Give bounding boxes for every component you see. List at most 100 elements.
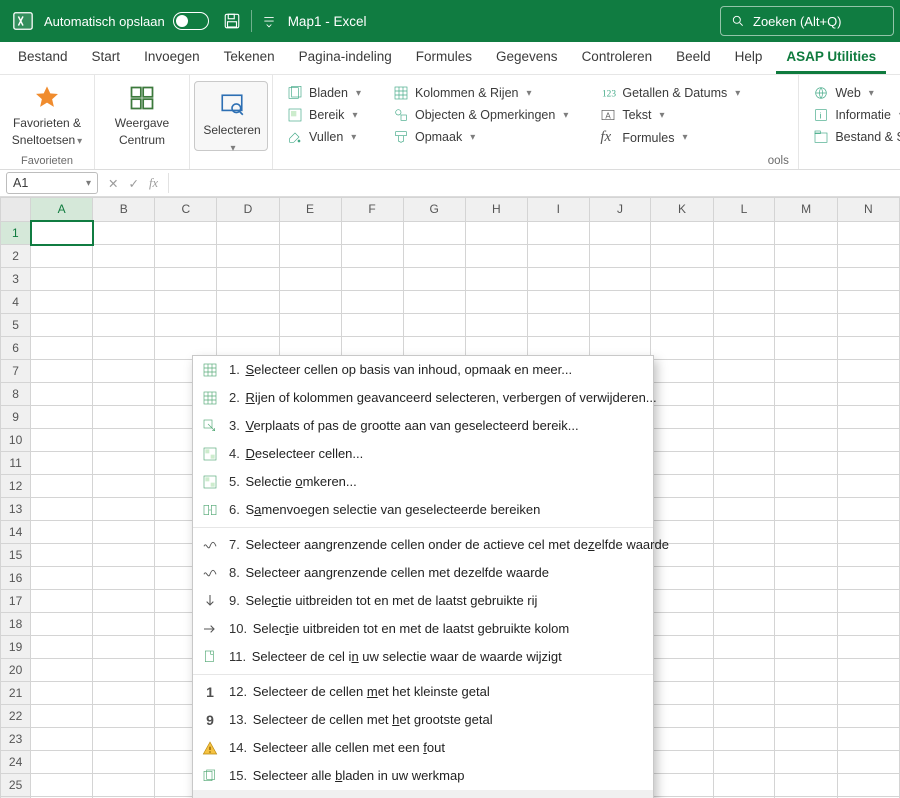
cell[interactable] <box>775 429 837 452</box>
menu-item-15[interactable]: 15. Selecteer alle bladen in uw werkmap <box>193 762 653 790</box>
row-header[interactable]: 12 <box>1 475 31 498</box>
cell[interactable] <box>403 314 465 337</box>
cell[interactable] <box>31 774 93 797</box>
cell[interactable] <box>279 245 341 268</box>
kolommen-rijen-button[interactable]: Kolommen & Rijen▾ <box>393 85 568 101</box>
cell[interactable] <box>589 268 651 291</box>
cell[interactable] <box>93 314 155 337</box>
cell[interactable] <box>93 590 155 613</box>
row-header[interactable]: 23 <box>1 728 31 751</box>
tab-gegevens[interactable]: Gegevens <box>486 43 568 74</box>
cell[interactable] <box>93 360 155 383</box>
cell[interactable] <box>403 221 465 245</box>
cell[interactable] <box>279 291 341 314</box>
cell[interactable] <box>651 751 713 774</box>
row-header[interactable]: 8 <box>1 383 31 406</box>
cell[interactable] <box>837 705 899 728</box>
row-header[interactable]: 1 <box>1 221 31 245</box>
cell[interactable] <box>775 590 837 613</box>
cell[interactable] <box>155 221 217 245</box>
tab-beeld[interactable]: Beeld <box>666 43 721 74</box>
cell[interactable] <box>93 636 155 659</box>
cell[interactable] <box>155 291 217 314</box>
cell[interactable] <box>651 406 713 429</box>
formula-input[interactable] <box>168 173 900 193</box>
qat-customize-dropdown[interactable] <box>262 14 276 28</box>
cell[interactable] <box>589 221 651 245</box>
column-header[interactable]: K <box>651 198 713 222</box>
cell[interactable] <box>651 659 713 682</box>
cell[interactable] <box>93 544 155 567</box>
cell[interactable] <box>341 291 403 314</box>
row-header[interactable]: 21 <box>1 682 31 705</box>
vullen-button[interactable]: Vullen▾ <box>287 129 361 145</box>
cell[interactable] <box>775 521 837 544</box>
cell[interactable] <box>837 751 899 774</box>
cell[interactable] <box>775 360 837 383</box>
cell[interactable] <box>651 636 713 659</box>
weergave-centrum-button[interactable]: Weergave Centrum <box>103 79 181 147</box>
cell[interactable] <box>651 705 713 728</box>
cell[interactable] <box>93 452 155 475</box>
cell[interactable] <box>713 567 775 590</box>
cell[interactable] <box>837 429 899 452</box>
cell[interactable] <box>279 221 341 245</box>
cell[interactable] <box>93 221 155 245</box>
cell[interactable] <box>713 360 775 383</box>
cell[interactable] <box>341 221 403 245</box>
cell[interactable] <box>713 383 775 406</box>
cell[interactable] <box>527 221 589 245</box>
cell[interactable] <box>527 314 589 337</box>
cell[interactable] <box>837 613 899 636</box>
menu-item-1[interactable]: 1. Selecteer cellen op basis van inhoud,… <box>193 356 653 384</box>
row-header[interactable]: 6 <box>1 337 31 360</box>
tab-start[interactable]: Start <box>82 43 131 74</box>
cell[interactable] <box>775 613 837 636</box>
cell[interactable] <box>93 567 155 590</box>
cell[interactable] <box>775 705 837 728</box>
autosave-toggle[interactable] <box>173 12 209 30</box>
confirm-icon[interactable]: ✓ <box>128 176 138 191</box>
cell[interactable] <box>713 498 775 521</box>
cell[interactable] <box>31 406 93 429</box>
cell[interactable] <box>31 544 93 567</box>
cell[interactable] <box>837 521 899 544</box>
opmaak-button[interactable]: Opmaak▾ <box>393 129 568 145</box>
bladen-button[interactable]: Bladen▾ <box>287 85 361 101</box>
cell[interactable] <box>837 291 899 314</box>
cell[interactable] <box>837 636 899 659</box>
cell[interactable] <box>651 475 713 498</box>
cell[interactable] <box>465 291 527 314</box>
cell[interactable] <box>93 751 155 774</box>
row-header[interactable]: 19 <box>1 636 31 659</box>
cell[interactable] <box>651 268 713 291</box>
web-button[interactable]: Web▾ <box>813 85 900 101</box>
menu-item-5[interactable]: 5. Selectie omkeren... <box>193 468 653 496</box>
cell[interactable] <box>403 245 465 268</box>
menu-item-16[interactable]: 16. Selecteer alle objecten op het huidi… <box>193 790 653 798</box>
cell[interactable] <box>775 751 837 774</box>
menu-item-10[interactable]: 10. Selectie uitbreiden tot en met de la… <box>193 615 653 643</box>
column-header[interactable]: A <box>31 198 93 222</box>
cell[interactable] <box>651 728 713 751</box>
tab-tekenen[interactable]: Tekenen <box>214 43 285 74</box>
cell[interactable] <box>651 383 713 406</box>
menu-item-3[interactable]: 3. Verplaats of pas de grootte aan van g… <box>193 412 653 440</box>
cell[interactable] <box>31 705 93 728</box>
row-header[interactable]: 2 <box>1 245 31 268</box>
cell[interactable] <box>713 429 775 452</box>
cell[interactable] <box>713 590 775 613</box>
cell[interactable] <box>837 544 899 567</box>
cell[interactable] <box>31 337 93 360</box>
tab-formules[interactable]: Formules <box>406 43 482 74</box>
cell[interactable] <box>31 383 93 406</box>
cell[interactable] <box>31 498 93 521</box>
cell[interactable] <box>837 314 899 337</box>
cell[interactable] <box>217 221 279 245</box>
row-header[interactable]: 22 <box>1 705 31 728</box>
cell[interactable] <box>651 682 713 705</box>
cell[interactable] <box>713 728 775 751</box>
bestand-systeem-button[interactable]: Bestand & Systeem▾ <box>813 129 900 145</box>
cell[interactable] <box>93 291 155 314</box>
cell[interactable] <box>775 682 837 705</box>
